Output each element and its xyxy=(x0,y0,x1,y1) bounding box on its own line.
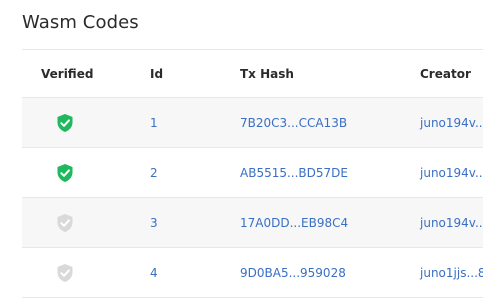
shield-check-icon xyxy=(57,113,73,132)
table-header-row: Verified Id Tx Hash Creator xyxy=(22,49,483,97)
column-header-id: Id xyxy=(150,66,164,81)
page-title: Wasm Codes xyxy=(22,12,139,33)
code-id-link[interactable]: 1 xyxy=(150,98,158,147)
wasm-codes-table: Verified Id Tx Hash Creator 1 7B20C3...C… xyxy=(22,49,483,305)
wasm-codes-card: Wasm Codes Verified Id Tx Hash Creator 1… xyxy=(0,0,483,305)
verified-shield-icon xyxy=(56,98,74,147)
column-header-verified: Verified xyxy=(41,66,94,81)
table-row: 3 17A0DD...EB98C4 juno194v... xyxy=(22,197,483,247)
column-header-creator: Creator xyxy=(420,66,471,81)
tx-hash-link[interactable]: 9D0BA5...959028 xyxy=(240,248,346,297)
creator-link[interactable]: juno194v... xyxy=(420,98,483,147)
unverified-shield-icon xyxy=(56,198,74,247)
tx-hash-link[interactable]: AB5515...BD57DE xyxy=(240,148,348,197)
table-row-partial xyxy=(22,297,483,305)
table-row: 4 9D0BA5...959028 juno1jjs...8 xyxy=(22,247,483,297)
verified-shield-icon xyxy=(56,148,74,197)
code-id-link[interactable]: 2 xyxy=(150,148,158,197)
shield-check-icon xyxy=(57,263,73,282)
column-header-tx-hash: Tx Hash xyxy=(240,66,294,81)
table-row: 1 7B20C3...CCA13B juno194v... xyxy=(22,97,483,147)
tx-hash-link[interactable]: 7B20C3...CCA13B xyxy=(240,98,347,147)
unverified-shield-icon xyxy=(56,248,74,297)
creator-link[interactable]: juno1jjs...8 xyxy=(420,248,483,297)
table-row: 2 AB5515...BD57DE juno194v... xyxy=(22,147,483,197)
creator-link[interactable]: juno194v... xyxy=(420,198,483,247)
creator-link[interactable]: juno194v... xyxy=(420,148,483,197)
tx-hash-link[interactable]: 17A0DD...EB98C4 xyxy=(240,198,348,247)
code-id-link[interactable]: 4 xyxy=(150,248,158,297)
code-id-link[interactable]: 3 xyxy=(150,198,158,247)
shield-check-icon xyxy=(57,163,73,182)
shield-check-icon xyxy=(57,213,73,232)
